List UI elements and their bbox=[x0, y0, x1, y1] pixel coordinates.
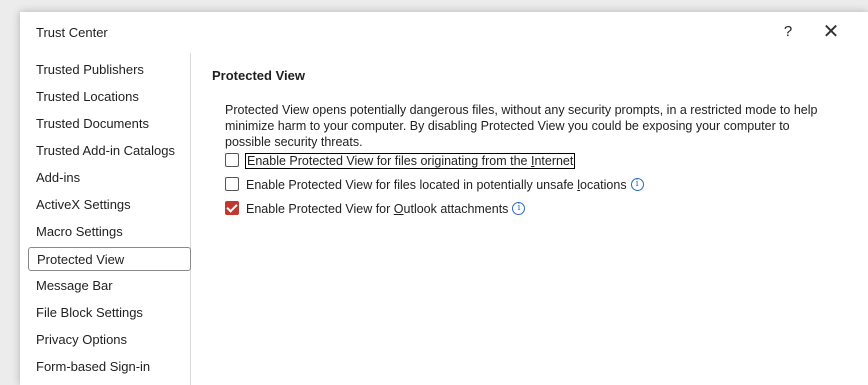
section-description: Protected View opens potentially dangero… bbox=[225, 103, 818, 149]
sidebar-nav: Trusted Publishers Trusted Locations Tru… bbox=[28, 53, 191, 385]
info-icon[interactable]: i bbox=[630, 178, 644, 191]
help-button[interactable]: ? bbox=[776, 20, 800, 44]
checkbox-unsafe-locations[interactable] bbox=[225, 177, 239, 191]
option-label-unsafe-locations: Enable Protected View for files located … bbox=[246, 178, 627, 192]
sidebar-item-trusted-addin-catalogs[interactable]: Trusted Add-in Catalogs bbox=[28, 139, 186, 163]
sidebar-item-file-block-settings[interactable]: File Block Settings bbox=[28, 301, 186, 325]
option-internet-files[interactable]: Enable Protected View for files originat… bbox=[225, 151, 576, 171]
close-button[interactable]: ✕ bbox=[816, 20, 846, 44]
section-title: Protected View bbox=[212, 68, 305, 83]
sidebar-item-trusted-documents[interactable]: Trusted Documents bbox=[28, 112, 186, 136]
sidebar-item-activex-settings[interactable]: ActiveX Settings bbox=[28, 193, 186, 217]
sidebar-item-message-bar[interactable]: Message Bar bbox=[28, 274, 186, 298]
sidebar-item-protected-view[interactable]: Protected View bbox=[28, 247, 191, 271]
sidebar-item-form-based-sign-in[interactable]: Form-based Sign-in bbox=[28, 355, 186, 379]
checkbox-internet-files[interactable] bbox=[225, 153, 239, 167]
info-icon[interactable]: i bbox=[512, 202, 526, 215]
option-outlook-attachments[interactable]: Enable Protected View for Outlook attach… bbox=[225, 199, 526, 219]
title-bar: Trust Center ? ✕ bbox=[20, 12, 868, 52]
sidebar-item-addins[interactable]: Add-ins bbox=[28, 166, 186, 190]
trust-center-dialog: Trust Center ? ✕ Trusted Publishers Trus… bbox=[20, 12, 868, 385]
sidebar-item-trusted-publishers[interactable]: Trusted Publishers bbox=[28, 58, 186, 82]
option-unsafe-locations[interactable]: Enable Protected View for files located … bbox=[225, 175, 644, 195]
dialog-title: Trust Center bbox=[36, 25, 108, 40]
option-label-internet: Enable Protected View for files originat… bbox=[244, 153, 576, 169]
option-label-outlook: Enable Protected View for Outlook attach… bbox=[246, 202, 509, 216]
sidebar-item-privacy-options[interactable]: Privacy Options bbox=[28, 328, 186, 352]
sidebar-item-trusted-locations[interactable]: Trusted Locations bbox=[28, 85, 186, 109]
checkbox-outlook-attachments[interactable] bbox=[225, 201, 239, 215]
sidebar-item-macro-settings[interactable]: Macro Settings bbox=[28, 220, 186, 244]
